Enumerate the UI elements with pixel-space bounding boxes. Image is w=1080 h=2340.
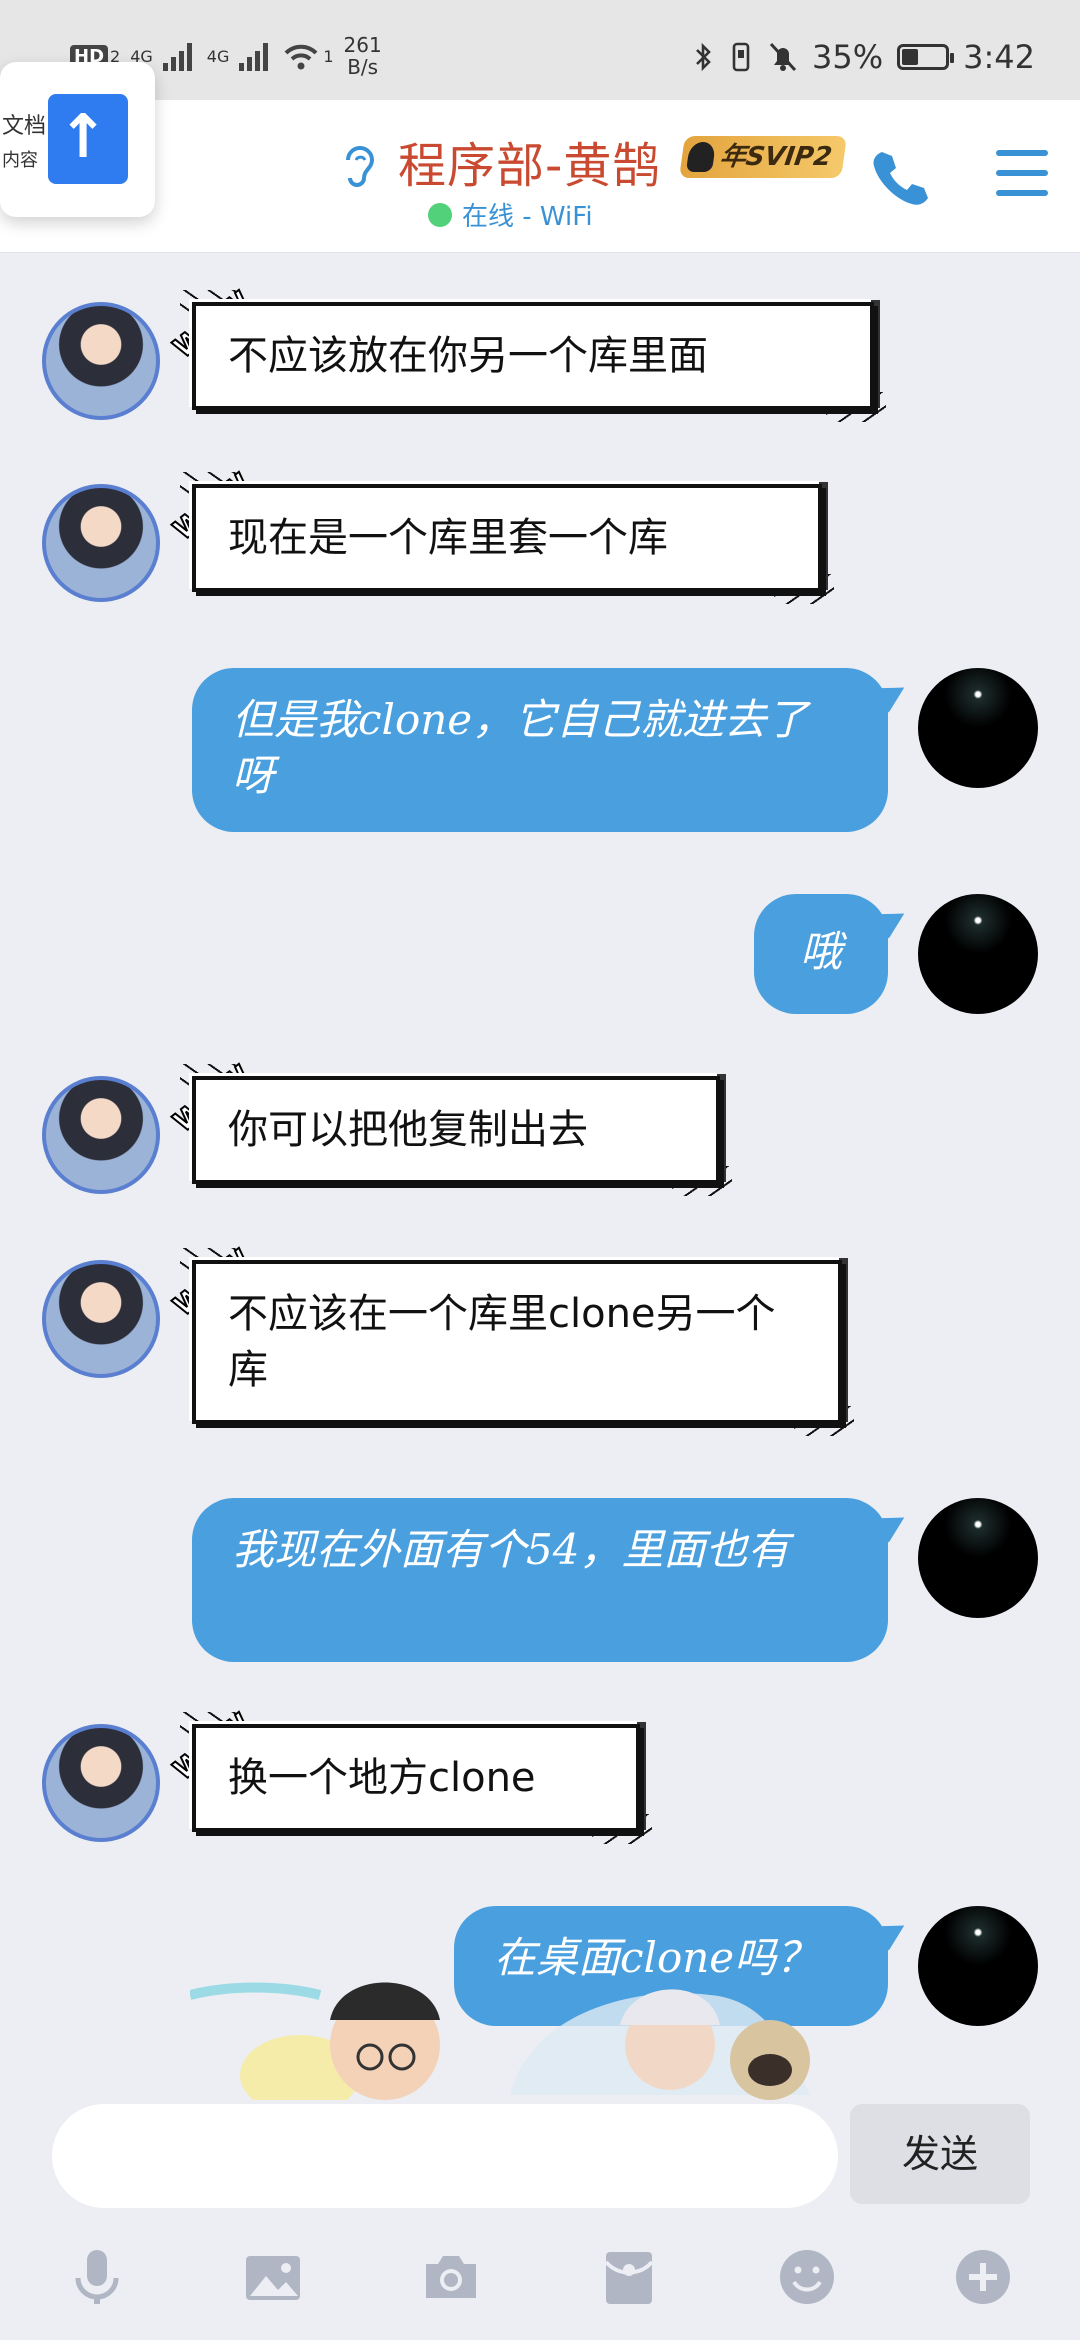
floating-card-line1: 文档 — [2, 114, 47, 139]
contact-avatar[interactable] — [42, 302, 160, 420]
floating-docs-widget[interactable]: 文档 内容 ↑ — [0, 62, 155, 217]
my-avatar[interactable] — [918, 1906, 1038, 2026]
wifi-sub: 1 — [323, 46, 334, 66]
my-avatar[interactable] — [918, 1498, 1038, 1618]
camera-icon[interactable] — [422, 2248, 480, 2306]
clock: 3:42 — [963, 38, 1035, 76]
send-button[interactable]: 发送 — [850, 2104, 1030, 2204]
red-packet-icon[interactable] — [600, 2248, 658, 2306]
phone-call-icon[interactable] — [868, 146, 932, 210]
my-avatar[interactable] — [918, 668, 1038, 788]
online-dot — [428, 202, 452, 227]
incoming-message[interactable]: 不应该放在你另一个库里面 — [180, 290, 886, 422]
mic-icon[interactable] — [68, 2248, 126, 2306]
svip-badge: 年SVIP2 — [679, 136, 847, 178]
decorative-sticker-strip — [190, 1982, 810, 2100]
outgoing-message[interactable]: 我现在外面有个54，里面也有 — [192, 1498, 888, 1662]
vibrate-icon — [732, 42, 750, 72]
net-speed-unit: B/s — [347, 55, 379, 79]
presence-text: 在线 - WiFi — [462, 202, 593, 232]
my-avatar[interactable] — [918, 894, 1038, 1014]
net-speed: 261 B/s — [344, 34, 382, 78]
bluetooth-icon — [696, 42, 711, 72]
signal-1-icon — [162, 41, 197, 71]
incoming-message[interactable]: 现在是一个库里套一个库 — [180, 472, 834, 604]
outgoing-message[interactable]: 哦 — [754, 894, 888, 1014]
incoming-message[interactable]: 不应该在一个库里clone另一个库 — [180, 1248, 854, 1436]
presence-status: 在线 - WiFi — [428, 196, 593, 233]
signal-2-icon — [239, 41, 273, 71]
contact-avatar[interactable] — [42, 1076, 160, 1194]
message-input[interactable] — [52, 2104, 838, 2208]
plus-icon[interactable] — [954, 2248, 1012, 2306]
floating-card-line2: 内容 — [2, 150, 38, 171]
status-bar: HD 2 4G 4G 1 261 B/s 35% 3:42 — [0, 0, 1080, 100]
ear-icon[interactable] — [338, 140, 378, 190]
wifi-icon — [284, 44, 318, 70]
image-icon[interactable] — [244, 2248, 302, 2306]
contact-avatar[interactable] — [42, 484, 160, 602]
contact-avatar[interactable] — [42, 1260, 160, 1378]
incoming-message[interactable]: 换一个地方clone — [180, 1712, 652, 1844]
docs-app-icon: ↑ — [48, 94, 128, 184]
battery-icon — [897, 44, 955, 70]
chat-title[interactable]: 程序部-黄鹄 — [398, 126, 661, 196]
net-label-2: 4G — [206, 46, 230, 66]
incoming-message[interactable]: 你可以把他复制出去 — [180, 1064, 732, 1196]
battery-percent: 35% — [812, 38, 884, 76]
contact-avatar[interactable] — [42, 1724, 160, 1842]
outgoing-message[interactable]: 但是我clone，它自己就进去了呀 — [192, 668, 888, 832]
mute-bell-icon — [769, 42, 797, 72]
emoji-icon[interactable] — [778, 2248, 836, 2306]
status-right: 35% 3:42 — [694, 38, 1035, 76]
menu-icon[interactable] — [996, 150, 1048, 198]
net-speed-value: 261 — [343, 33, 382, 57]
